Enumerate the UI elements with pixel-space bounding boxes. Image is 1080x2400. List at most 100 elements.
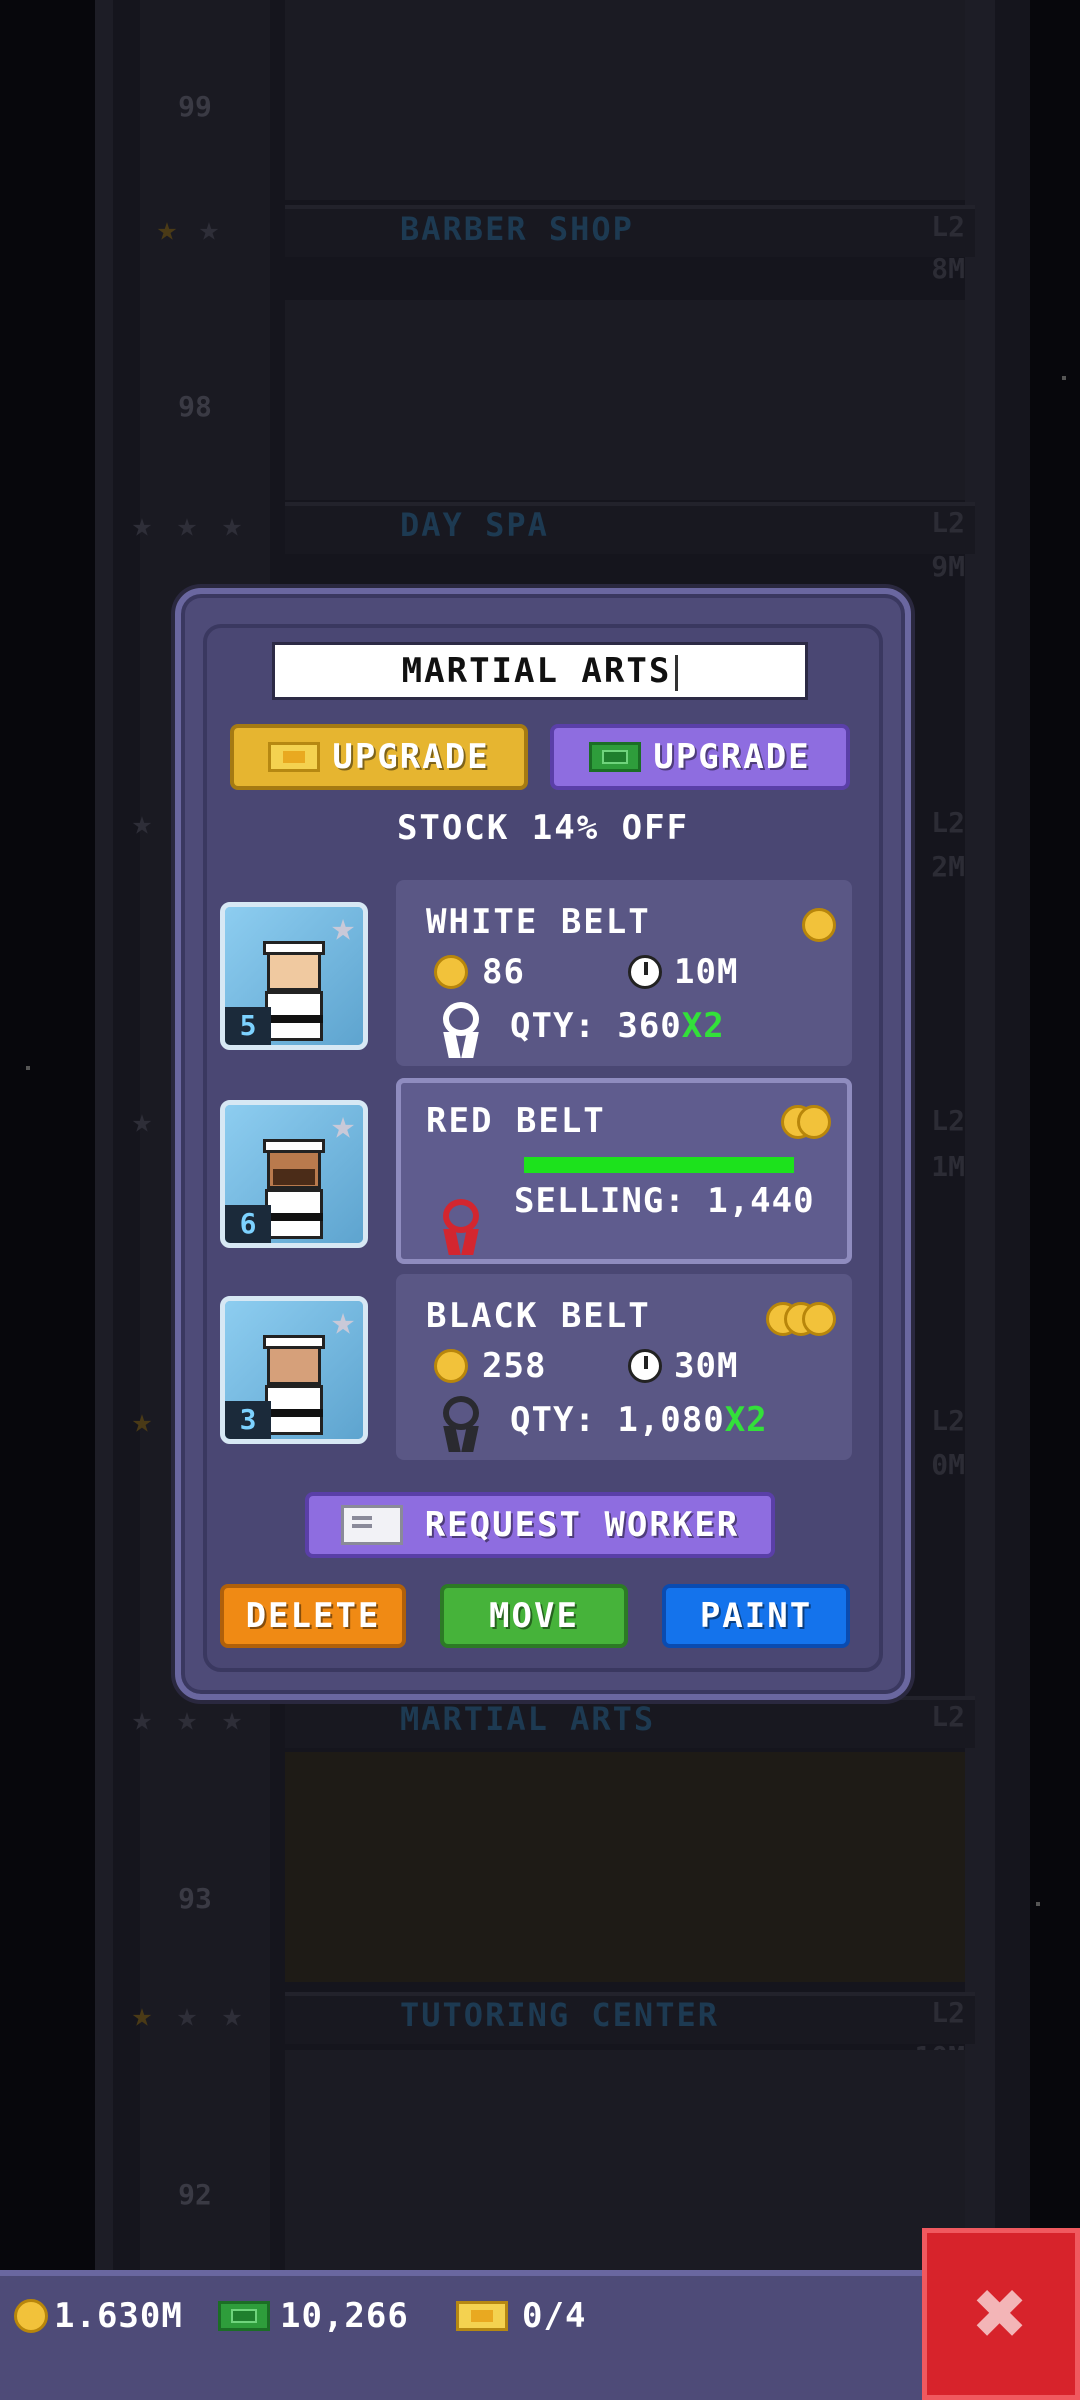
floor-number: 99 (178, 90, 212, 123)
star-icon: ★ (131, 1995, 153, 2035)
selling-status: SELLING: 1,440 (514, 1181, 815, 1221)
floor-time: 1M (931, 1150, 965, 1183)
star-icon: ★ (131, 1401, 153, 1441)
coin-tier-icon (802, 908, 836, 942)
floor-room (285, 300, 965, 500)
floor-bar (285, 502, 975, 554)
black-ribbon-icon (440, 1396, 482, 1452)
room-name-value: MARTIAL ARTS (401, 651, 672, 691)
cash-icon (589, 742, 642, 772)
worker-level: 3 (225, 1401, 271, 1439)
star-icon: ★ (156, 209, 178, 249)
floor-time: 8M (931, 252, 965, 285)
product-black-belt[interactable]: BLACK BELT 258 30M QTY: 1,080 X2 (396, 1274, 852, 1460)
white-ribbon-icon (440, 1002, 482, 1058)
delete-label: DELETE (245, 1596, 381, 1636)
coin-icon (434, 955, 468, 989)
coin-tier-icon (797, 1105, 831, 1139)
worker-slot-1[interactable]: 5 ★ (220, 902, 368, 1050)
headband (263, 941, 325, 955)
floor-level: L2 (931, 1700, 965, 1733)
cash-value: 10,266 (280, 2296, 409, 2336)
floor-room (285, 2050, 965, 2270)
selling-progress-fill (524, 1157, 794, 1173)
tower-right-rail (965, 0, 995, 2270)
star-icon: ★ (176, 1699, 198, 1739)
star-icon: ★ (330, 1298, 356, 1344)
floor-name: TUTORING CENTER (400, 1996, 719, 2034)
star-dot (1062, 376, 1066, 380)
time-value: 30M (674, 1346, 739, 1386)
coin-icon (14, 2299, 48, 2333)
floor-level: L2 (931, 806, 965, 839)
paint-button[interactable]: PAINT (662, 1584, 850, 1648)
delete-button[interactable]: DELETE (220, 1584, 406, 1648)
bux-value: 0/4 (522, 2296, 587, 2336)
star-icon: ★ (131, 1699, 153, 1739)
star-icon: ★ (198, 209, 220, 249)
floor-level: L2 (931, 506, 965, 539)
worker-slot-2[interactable]: 6 ★ (220, 1100, 368, 1248)
star-icon: ★ (221, 1699, 243, 1739)
worker-belt (265, 1213, 323, 1221)
product-time: 30M (628, 1346, 738, 1386)
floor-number: 93 (178, 1882, 212, 1915)
floor-level: L2 (931, 1104, 965, 1137)
star-icon: ★ (221, 1995, 243, 2035)
floor-name: BARBER SHOP (400, 210, 634, 248)
star-dot (1036, 1902, 1040, 1906)
qty-value: QTY: 360 (510, 1006, 682, 1046)
coin-icon (434, 1349, 468, 1383)
room-name-input[interactable]: MARTIAL ARTS (272, 642, 808, 700)
text-caret (675, 654, 679, 691)
upgrade-bux-button[interactable]: UPGRADE (230, 724, 528, 790)
clock-icon (628, 955, 662, 989)
worker-slot-3[interactable]: 3 ★ (220, 1296, 368, 1444)
floor-time: 9M (931, 550, 965, 583)
headband (263, 1139, 325, 1153)
cost-value: 258 (482, 1346, 547, 1386)
worker-level: 5 (225, 1007, 271, 1045)
upgrade-cash-button[interactable]: UPGRADE (550, 724, 850, 790)
star-icon: ★ (330, 904, 356, 950)
worker-beard (273, 1169, 315, 1185)
star-dot (26, 1066, 30, 1070)
bux-counter: 0/4 (456, 2296, 586, 2336)
floor-room (285, 1752, 965, 1982)
bux-icon (456, 2301, 508, 2331)
worker-belt (265, 1015, 323, 1023)
upgrade-bux-label: UPGRADE (332, 737, 490, 777)
star-icon: ★ (330, 1102, 356, 1148)
star-icon: ★ (176, 505, 198, 545)
star-icon: ★ (131, 1101, 153, 1141)
floor-name: DAY SPA (400, 506, 549, 544)
cost-value: 86 (482, 952, 525, 992)
star-icon: ★ (131, 505, 153, 545)
worker-level: 6 (225, 1205, 271, 1243)
floor-room (285, 0, 965, 200)
close-button[interactable]: ✖ (922, 2228, 1080, 2400)
selling-progress-bar (524, 1157, 794, 1173)
time-value: 10M (674, 952, 739, 992)
coin-tier-icon (802, 1302, 836, 1336)
product-cost: 258 (434, 1346, 546, 1386)
product-qty: QTY: 360 X2 (510, 1006, 725, 1046)
move-label: MOVE (489, 1596, 579, 1636)
stock-discount-text: STOCK 14% OFF (396, 808, 690, 848)
qty-value: QTY: 1,080 (510, 1400, 725, 1440)
coins-value: 1.630M (54, 2296, 183, 2336)
floor-level: L2 (931, 210, 965, 243)
cash-counter: 10,266 (218, 2296, 409, 2336)
request-worker-button[interactable]: REQUEST WORKER (305, 1492, 775, 1558)
floor-name: MARTIAL ARTS (400, 1700, 656, 1738)
floor-time: 2M (931, 850, 965, 883)
floor-number: 92 (178, 2178, 212, 2211)
product-red-belt[interactable]: RED BELT SELLING: 1,440 (396, 1078, 852, 1264)
close-icon: ✖ (973, 2261, 1029, 2366)
move-button[interactable]: MOVE (440, 1584, 628, 1648)
floor-time: 0M (931, 1448, 965, 1481)
clock-icon (628, 1349, 662, 1383)
product-white-belt[interactable]: WHITE BELT 86 10M QTY: 360 X2 (396, 880, 852, 1066)
product-name: WHITE BELT (426, 902, 651, 942)
floor-level: L2 (931, 1996, 965, 2029)
